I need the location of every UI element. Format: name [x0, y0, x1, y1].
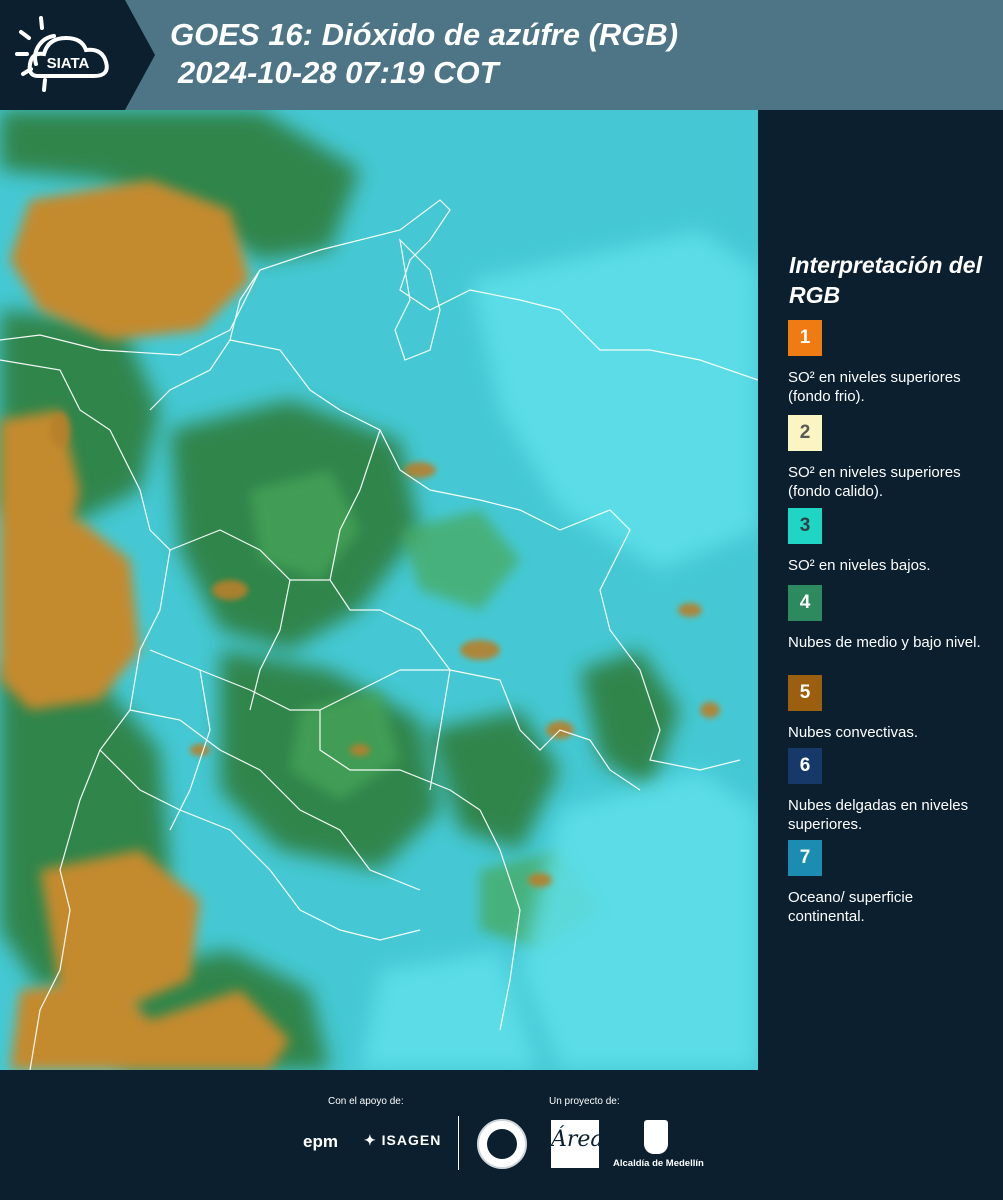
legend-item-text: SO² en niveles bajos.	[788, 557, 931, 574]
legend-item-text: SO² en niveles superiores (fondo frio).	[788, 369, 961, 405]
footer: Con el apoyo de: Un proyecto de: epm ✦ I…	[0, 1070, 1003, 1200]
title-timestamp: 2024-10-28 07:19 COT	[178, 55, 499, 90]
legend-item: 1 SO² en niveles superiores (fondo frio).	[788, 320, 993, 406]
so2-rgb-image	[0, 110, 758, 1070]
footer-divider	[458, 1116, 459, 1170]
legend-item-text: Nubes convectivas.	[788, 724, 919, 741]
page-title: GOES 16: Dióxido de azúfre (RGB) 2024-10…	[170, 16, 678, 92]
support-label: Con el apoyo de:	[328, 1096, 404, 1107]
legend-swatch: 1	[788, 320, 822, 356]
isagen-logo: ✦ ISAGEN	[364, 1132, 441, 1149]
legend-item-text: Nubes delgadas en niveles superiores.	[788, 797, 969, 833]
legend-item-text: SO² en niveles superiores (fondo calido)…	[788, 464, 961, 500]
rgb-legend: Interpretación del RGB 1 SO² en niveles s…	[758, 110, 1003, 1070]
legend-swatch: 6	[788, 748, 822, 784]
satellite-map	[0, 110, 758, 1070]
legend-item-text: Nubes de medio y bajo nivel.	[788, 634, 981, 651]
legend-item: 3 SO² en niveles bajos.	[788, 508, 993, 575]
legend-item-text: Oceano/ superficie continental.	[788, 889, 914, 925]
legend-swatch: 2	[788, 415, 822, 451]
header-bar: SIATA GOES 16: Dióxido de azúfre (RGB) 2…	[0, 0, 1003, 110]
isagen-icon: ✦	[364, 1132, 377, 1148]
epm-logo: epm	[303, 1132, 338, 1151]
legend-item: 5 Nubes convectivas.	[788, 675, 993, 742]
medellin-crest-icon	[644, 1120, 668, 1154]
isagen-text: ISAGEN	[381, 1132, 442, 1148]
siata-brand-text: SIATA	[47, 55, 90, 72]
university-seal-icon	[477, 1119, 527, 1169]
siata-logo-block: SIATA	[0, 0, 155, 110]
legend-item: 7 Oceano/ superficie continental.	[788, 840, 993, 926]
alcaldia-medellin-text: Alcaldía de Medellín	[613, 1158, 704, 1169]
project-label: Un proyecto de:	[549, 1096, 620, 1107]
legend-item: 2 SO² en niveles superiores (fondo calido…	[788, 415, 993, 501]
legend-item: 6 Nubes delgadas en niveles superiores.	[788, 748, 993, 834]
legend-swatch: 4	[788, 585, 822, 621]
legend-swatch: 3	[788, 508, 822, 544]
legend-swatch: 5	[788, 675, 822, 711]
legend-swatch: 7	[788, 840, 822, 876]
area-metropolitana-logo: Área	[551, 1120, 604, 1168]
legend-title: Interpretación del RGB	[789, 252, 982, 308]
title-product: GOES 16: Dióxido de azúfre (RGB)	[170, 17, 679, 52]
legend-item: 4 Nubes de medio y bajo nivel.	[788, 585, 993, 652]
sun-cloud-icon: SIATA	[15, 16, 109, 92]
